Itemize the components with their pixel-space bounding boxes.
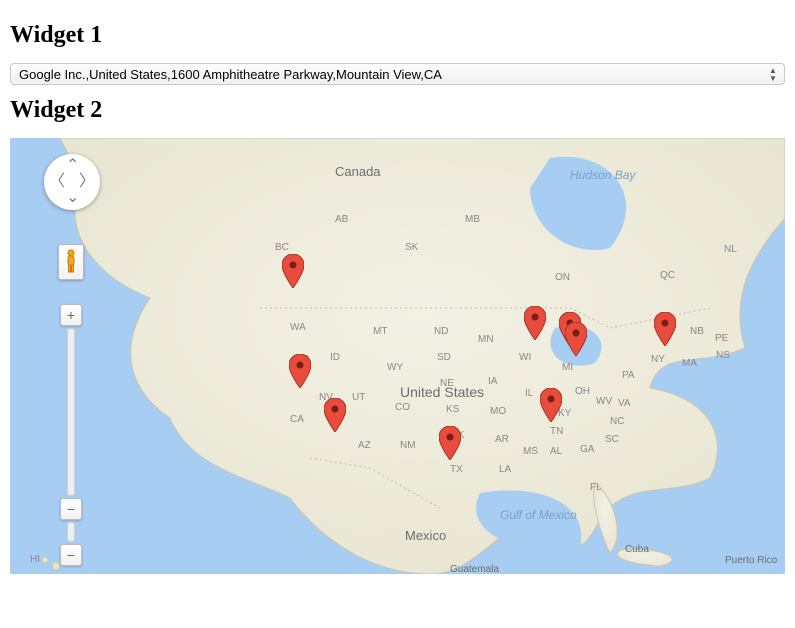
mi2-marker[interactable]	[565, 322, 587, 356]
label-la: LA	[499, 464, 511, 475]
label-az: AZ	[358, 440, 371, 451]
location-select[interactable]: Google Inc.,United States,1600 Amphithea…	[10, 63, 785, 85]
label-wi: WI	[519, 352, 531, 363]
zoom-slider[interactable]	[67, 328, 75, 496]
label-ns: NS	[716, 350, 730, 361]
label-pa: PA	[622, 370, 635, 381]
label-tn: TN	[550, 426, 563, 437]
label-mi: MI	[562, 362, 573, 373]
tx-marker[interactable]	[439, 426, 461, 460]
location-select-value: Google Inc.,United States,1600 Amphithea…	[19, 64, 760, 84]
wa-marker[interactable]	[282, 254, 304, 288]
label-mn: MN	[478, 334, 494, 345]
label-mt: MT	[373, 326, 387, 337]
ny-marker[interactable]	[654, 312, 676, 346]
label-ca: CA	[290, 414, 304, 425]
pan-left-icon[interactable]: 〈	[49, 174, 65, 190]
label-on: ON	[555, 272, 570, 283]
label-co: CO	[395, 402, 410, 413]
label-nm: NM	[400, 440, 416, 451]
label-nb: NB	[690, 326, 704, 337]
map[interactable]: Canada Hudson Bay United States Mexico G…	[10, 138, 785, 574]
label-sc: SC	[605, 434, 619, 445]
label-ma: MA	[682, 358, 697, 369]
widget2-title: Widget 2	[10, 97, 785, 124]
pan-right-icon[interactable]: 〉	[79, 174, 95, 190]
label-pe: PE	[715, 333, 728, 344]
label-ab: AB	[335, 214, 348, 225]
label-ga: GA	[580, 444, 594, 455]
label-il: IL	[525, 388, 533, 399]
label-al: AL	[550, 446, 562, 457]
map-tiles	[10, 138, 785, 574]
label-bc: BC	[275, 242, 289, 253]
ca-north-marker[interactable]	[289, 354, 311, 388]
label-fl: FL	[590, 482, 602, 493]
label-sk: SK	[405, 242, 418, 253]
label-va: VA	[618, 398, 631, 409]
label-ut: UT	[352, 392, 365, 403]
label-sd: SD	[437, 352, 451, 363]
ca-south-marker[interactable]	[324, 398, 346, 432]
label-ms: MS	[523, 446, 538, 457]
zoom-in-button[interactable]: +	[60, 304, 82, 326]
label-ia: IA	[488, 376, 497, 387]
pegman-button[interactable]	[58, 244, 84, 280]
label-ne: NE	[440, 378, 454, 389]
label-oh: OH	[575, 386, 590, 397]
label-canada: Canada	[335, 164, 381, 179]
label-mo: MO	[490, 406, 506, 417]
pan-up-icon[interactable]: ⌃	[66, 158, 79, 174]
label-nl: NL	[724, 244, 737, 255]
label-nc: NC	[610, 416, 624, 427]
label-wa: WA	[290, 322, 306, 333]
widget1-title: Widget 1	[10, 22, 785, 49]
pan-down-icon[interactable]: ⌄	[66, 190, 79, 206]
label-tx: TX	[450, 464, 463, 475]
label-qc: QC	[660, 270, 675, 281]
label-id: ID	[330, 352, 340, 363]
label-mexico: Mexico	[405, 528, 446, 543]
label-wy: WY	[387, 362, 403, 373]
label-nd: ND	[434, 326, 448, 337]
zoom-overview-button[interactable]: −	[60, 544, 82, 566]
wi-marker[interactable]	[524, 306, 546, 340]
label-mb: MB	[465, 214, 480, 225]
label-ar: AR	[495, 434, 509, 445]
label-cuba: Cuba	[625, 544, 649, 555]
label-puerto-rico: Puerto Rico	[725, 555, 777, 566]
label-wv: WV	[596, 396, 612, 407]
label-gulf: Gulf of Mexico	[500, 508, 577, 522]
pan-control[interactable]: ⌃ ⌄ 〈 〉	[44, 154, 100, 210]
label-ks: KS	[446, 404, 459, 415]
label-ny: NY	[651, 354, 665, 365]
label-hi: HI	[30, 554, 40, 565]
zoom-control: + − −	[60, 304, 82, 566]
zoom-slider-overview[interactable]	[67, 522, 75, 542]
label-hudson-bay: Hudson Bay	[570, 168, 635, 182]
zoom-out-button[interactable]: −	[60, 498, 82, 520]
label-guatemala: Guatemala	[450, 564, 499, 574]
select-updown-icon: ▲▼	[768, 67, 778, 83]
pegman-icon	[63, 249, 79, 275]
tn-marker[interactable]	[540, 388, 562, 422]
